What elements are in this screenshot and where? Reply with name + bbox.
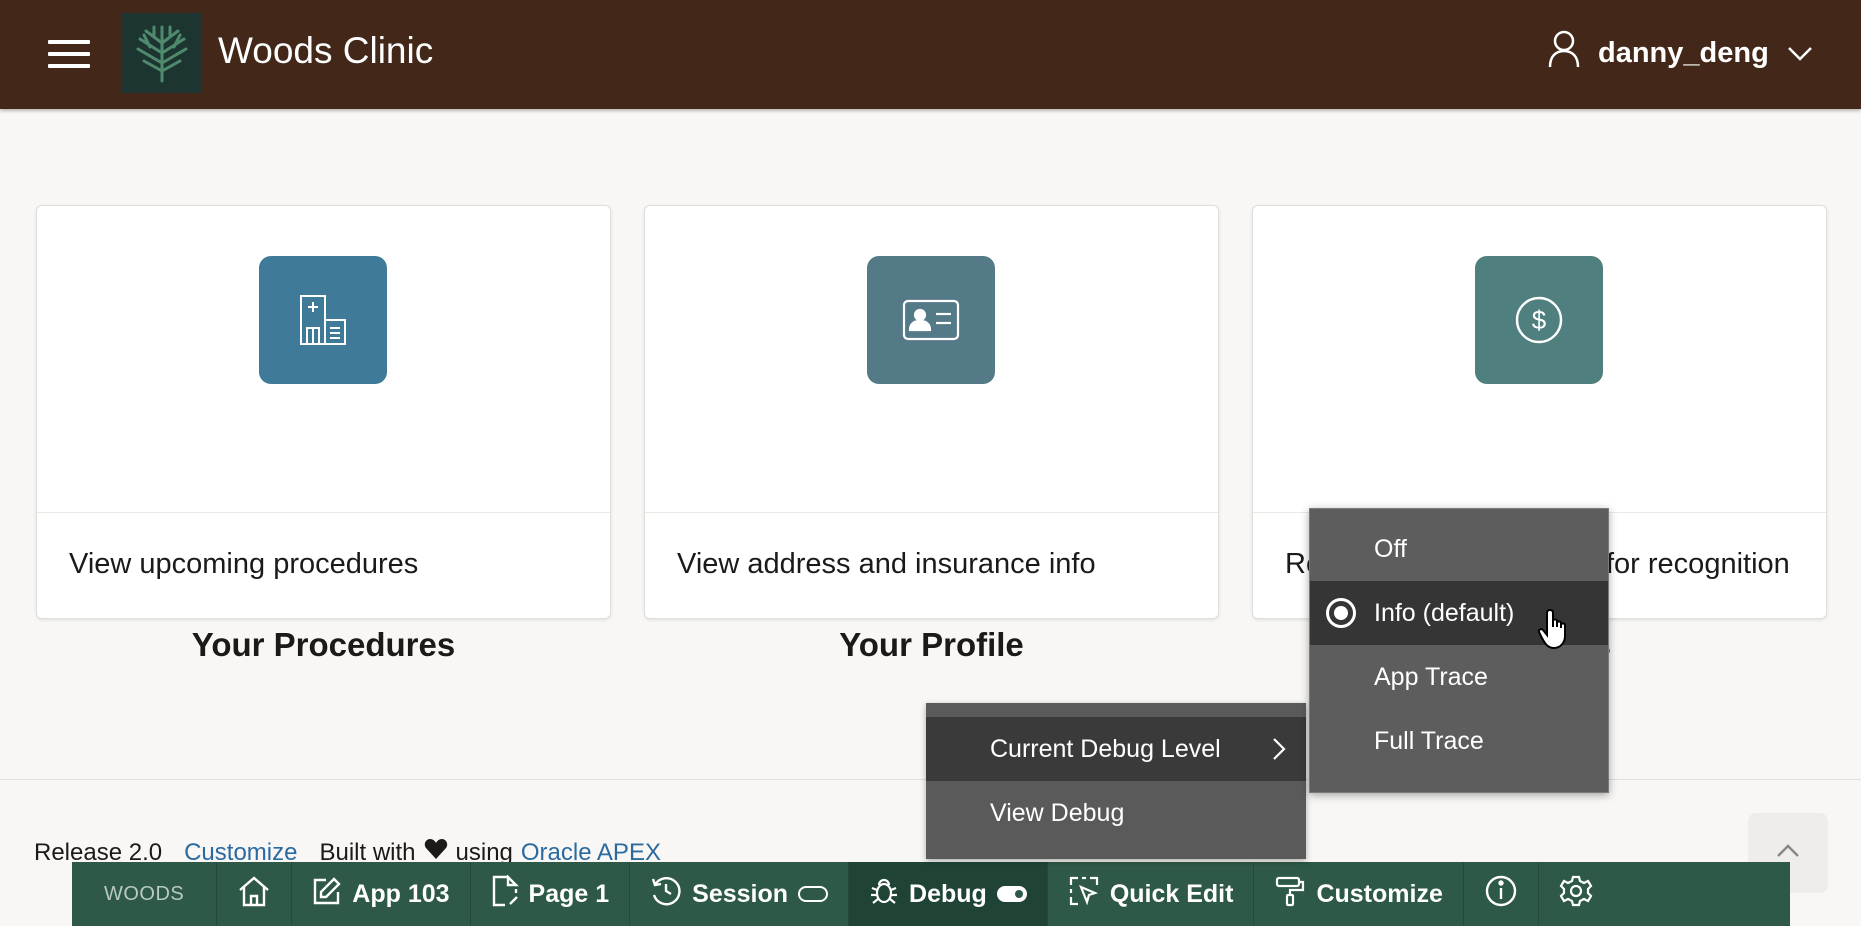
debug-menu: Current Debug Level View Debug [926,703,1306,859]
card-your-procedures[interactable]: Your Procedures View upcoming procedures [36,205,611,663]
chevron-right-icon [1272,737,1286,768]
bug-icon [869,876,899,913]
hospital-icon [259,256,387,384]
session-button[interactable]: Session [630,862,850,926]
info-icon [1484,874,1518,915]
card-divider [37,512,610,513]
workspace-label[interactable]: WOODS [72,862,218,926]
quick-edit-icon [1068,875,1100,914]
menu-item-full-trace[interactable]: Full Trace [1310,709,1608,773]
username-label: danny_deng [1598,36,1769,69]
home-button[interactable] [217,862,293,926]
radio-selected-icon [1326,598,1356,628]
chevron-up-icon [1776,843,1800,863]
developer-toolbar: WOODS App 103 Page 1 Session Debug Quick… [72,862,1790,926]
page-button[interactable]: Page 1 [471,862,631,926]
user-menu[interactable]: danny_deng [1548,30,1813,76]
debug-toggle[interactable] [996,886,1027,902]
top-navigation-bar: Woods Clinic danny_deng [0,0,1861,109]
debug-button[interactable]: Debug [849,862,1048,926]
settings-button[interactable] [1539,862,1613,926]
edit-icon [312,876,342,913]
customize-label: Customize [1316,879,1443,908]
card-title: Your Procedures [191,626,456,663]
user-icon [1548,30,1580,76]
app-button[interactable]: App 103 [292,862,471,926]
menu-item-current-debug-level[interactable]: Current Debug Level [926,717,1306,781]
id-card-icon [867,256,995,384]
session-label: Session [692,879,789,908]
chevron-down-icon [1787,37,1813,70]
card-description: View upcoming procedures [69,548,419,580]
menu-item-label: View Debug [990,798,1125,827]
quick-edit-label: Quick Edit [1109,879,1234,908]
menu-item-label: Off [1374,534,1407,563]
svg-text:$: $ [1532,305,1547,335]
menu-item-off[interactable]: Off [1310,517,1608,581]
page-label: Page 1 [528,879,610,908]
paint-roller-icon [1274,875,1306,914]
session-toggle[interactable] [798,886,829,902]
quick-edit-button[interactable]: Quick Edit [1048,862,1255,926]
dollar-icon: $ [1475,256,1603,384]
hand-cursor-icon [1537,608,1574,655]
card-description-tail: for recognition [1606,548,1790,580]
menu-item-label: App Trace [1374,662,1488,691]
hamburger-icon[interactable] [48,40,90,68]
home-icon [237,875,271,914]
clock-icon [650,875,682,914]
gear-icon [1559,874,1593,915]
menu-item-label: Full Trace [1374,726,1484,755]
menu-item-label: Info (default) [1374,598,1515,627]
info-button[interactable] [1464,862,1539,926]
menu-item-label: Current Debug Level [990,734,1221,763]
card-title: Your Profile [839,626,1024,663]
card-your-profile[interactable]: Your Profile View address and insurance … [644,205,1219,663]
tree-logo-icon[interactable] [122,13,202,93]
app-label: App 103 [352,879,450,908]
customize-button[interactable]: Customize [1254,862,1464,926]
app-title[interactable]: Woods Clinic [218,30,433,72]
menu-item-view-debug[interactable]: View Debug [926,781,1306,845]
card-divider [645,512,1218,513]
page-edit-icon [491,873,519,914]
card-description: View address and insurance info [677,548,1096,580]
debug-label: Debug [909,879,987,908]
